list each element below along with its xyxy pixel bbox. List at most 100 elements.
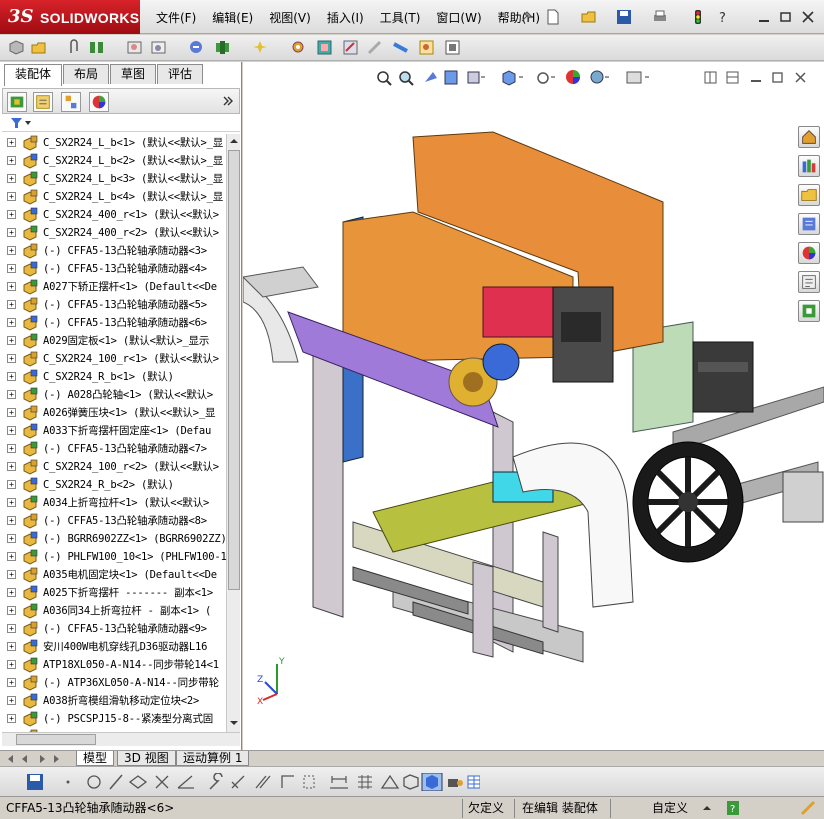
expand-plus-icon[interactable]: + <box>7 246 16 255</box>
tree-item[interactable]: + C_SX2R24_R_b<2> (默认) <box>2 476 226 494</box>
tab-3d-view[interactable]: 3D 视图 <box>117 751 176 766</box>
line-icon[interactable] <box>109 774 123 790</box>
feature-tree-icon[interactable] <box>7 92 27 112</box>
tab-navigation-arrows[interactable] <box>4 753 70 765</box>
solidworks-resources-icon[interactable] <box>798 300 820 322</box>
expand-plus-icon[interactable]: + <box>7 354 16 363</box>
configuration-manager-icon[interactable] <box>61 92 81 112</box>
rotate-icon[interactable] <box>231 775 245 789</box>
expand-plus-icon[interactable]: + <box>7 678 16 687</box>
open-assembly-icon[interactable] <box>30 39 47 56</box>
expand-plus-icon[interactable]: + <box>7 336 16 345</box>
filter-funnel-icon[interactable] <box>10 116 32 130</box>
scroll-thumb[interactable] <box>228 150 240 590</box>
expand-plus-icon[interactable]: + <box>7 534 16 543</box>
paperclip-icon[interactable] <box>66 39 83 56</box>
expand-plus-icon[interactable]: + <box>7 570 16 579</box>
move-component-icon[interactable] <box>188 39 205 56</box>
units-arrow-icon[interactable] <box>702 803 712 813</box>
angle-icon[interactable] <box>177 775 194 789</box>
help-icon[interactable]: ? <box>716 9 732 25</box>
bill-of-materials-icon[interactable] <box>316 39 333 56</box>
bracket-icon[interactable] <box>281 775 294 788</box>
tree-item[interactable]: + A029固定板<1> (默认<默认>_显示 <box>2 332 226 350</box>
restore-icon[interactable] <box>778 9 794 25</box>
tree-horizontal-scrollbar[interactable] <box>2 732 240 746</box>
hscroll-thumb[interactable] <box>16 734 96 745</box>
tree-item[interactable]: + (-) PHLFW100_10<1> (PHLFW100-1 <box>2 548 226 566</box>
tab-sketch[interactable]: 草图 <box>110 64 157 84</box>
close-icon[interactable] <box>800 9 816 25</box>
expand-plus-icon[interactable]: + <box>7 408 16 417</box>
tree-item[interactable]: + A026弹簧压块<1> (默认<<默认>_显 <box>2 404 226 422</box>
tab-model[interactable]: 模型 <box>76 751 115 766</box>
tree-item[interactable]: + (-) A028凸轮轴<1> (默认<<默认> <box>2 386 226 404</box>
expand-plus-icon[interactable]: + <box>7 462 16 471</box>
trim-icon[interactable] <box>155 775 169 789</box>
view-orient-icon[interactable] <box>150 39 167 56</box>
tree-item[interactable]: + C_SX2R24_L_b<4> (默认<<默认>_显 <box>2 188 226 206</box>
tree-item[interactable]: + 安川400W电机穿线孔D36驱动器L16 <box>2 638 226 656</box>
expand-plus-icon[interactable]: + <box>7 426 16 435</box>
triangle-icon[interactable] <box>380 774 400 789</box>
tree-item[interactable]: + A035电机固定块<1> (Default<<De <box>2 566 226 584</box>
menu-insert[interactable]: 插入(I) <box>319 9 372 26</box>
file-explorer-icon[interactable] <box>798 184 820 206</box>
tree-item[interactable]: + A034上折弯拉杆<1> (默认<<默认> <box>2 494 226 512</box>
solidworks-logo[interactable]: 3S SOLIDWORKS <box>0 0 140 34</box>
scroll-up-icon[interactable] <box>229 136 239 146</box>
tree-item[interactable]: + (-) BGRR6902ZZ<1> (BGRR6902ZZ) <box>2 530 226 548</box>
tree-item[interactable]: + C_SX2R24_L_b<1> (默认<<默认>_显 <box>2 134 226 152</box>
expand-plus-icon[interactable]: + <box>7 372 16 381</box>
tree-item[interactable]: + C_SX2R24_L_b<2> (默认<<默认>_显 <box>2 152 226 170</box>
ruler-icon[interactable] <box>392 39 409 56</box>
expand-plus-icon[interactable]: + <box>7 606 16 615</box>
expand-plus-icon[interactable]: + <box>7 174 16 183</box>
quick-tips-icon[interactable] <box>800 800 816 816</box>
expand-plus-icon[interactable]: + <box>7 264 16 273</box>
property-manager-icon[interactable] <box>33 92 53 112</box>
tree-item[interactable]: + (-) PSCSPJ15-8--紧凑型分离式固 <box>2 710 226 728</box>
pin-icon[interactable] <box>518 9 534 25</box>
point-icon[interactable] <box>66 780 70 784</box>
expand-plus-icon[interactable]: + <box>7 552 16 561</box>
expand-plus-icon[interactable]: + <box>7 498 16 507</box>
expand-panel-icon[interactable] <box>221 94 235 108</box>
tree-item[interactable]: + A036同34上折弯拉杆 - 副本<1> ( <box>2 602 226 620</box>
dimension-icon[interactable] <box>330 776 348 789</box>
tree-item[interactable]: + C_SX2R24_400_r<1> (默认<<默认> <box>2 206 226 224</box>
expand-plus-icon[interactable]: + <box>7 300 16 309</box>
wrench-icon[interactable] <box>209 773 223 790</box>
view-palette-icon[interactable] <box>798 213 820 235</box>
tree-item[interactable]: + (-) CFFA5-13凸轮轴承随动器<9> <box>2 620 226 638</box>
tree-item[interactable]: + (-) CFFA5-13凸轮轴承随动器<6> <box>2 314 226 332</box>
dotted-box-icon[interactable] <box>303 775 315 789</box>
tree-item[interactable]: + (-) ATP36XL050-A-N14--同步带轮 <box>2 674 226 692</box>
new-document-icon[interactable] <box>545 9 561 25</box>
tab-assembly[interactable]: 装配体 <box>4 64 63 86</box>
tree-item[interactable]: + (-) CFFA5-13凸轮轴承随动器<3> <box>2 242 226 260</box>
expand-plus-icon[interactable]: + <box>7 210 16 219</box>
tree-vertical-scrollbar[interactable] <box>226 134 240 732</box>
tree-item[interactable]: + C_SX2R24_L_b<3> (默认<<默认>_显 <box>2 170 226 188</box>
expand-plus-icon[interactable]: + <box>7 138 16 147</box>
custom-properties-icon[interactable] <box>798 271 820 293</box>
scroll-down-icon[interactable] <box>229 718 239 728</box>
measure-icon[interactable] <box>366 39 383 56</box>
appearances-icon[interactable] <box>798 242 820 264</box>
tree-item[interactable]: + A025下折弯摆杆 ------- 副本<1> <box>2 584 226 602</box>
explode-view-icon[interactable] <box>252 39 269 56</box>
save-icon[interactable] <box>26 773 44 791</box>
tree-item[interactable]: + ATP18XL050-A-N14--同步带轮14<1 <box>2 656 226 674</box>
minimize-icon[interactable] <box>756 9 772 25</box>
print-icon[interactable] <box>652 9 668 25</box>
grid-icon[interactable] <box>358 775 372 789</box>
tree-item[interactable]: + C_SX2R24_400_r<2> (默认<<默认> <box>2 224 226 242</box>
help-icon[interactable]: ? <box>726 800 740 816</box>
expand-plus-icon[interactable]: + <box>7 660 16 669</box>
expand-plus-icon[interactable]: + <box>7 444 16 453</box>
expand-plus-icon[interactable]: + <box>7 282 16 291</box>
tree-item[interactable]: + (-) CFFA5-13凸轮轴承随动器<8> <box>2 512 226 530</box>
tree-item[interactable]: + (-) CFFA5-13凸轮轴承随动器<7> <box>2 440 226 458</box>
camera-icon[interactable] <box>448 779 463 787</box>
